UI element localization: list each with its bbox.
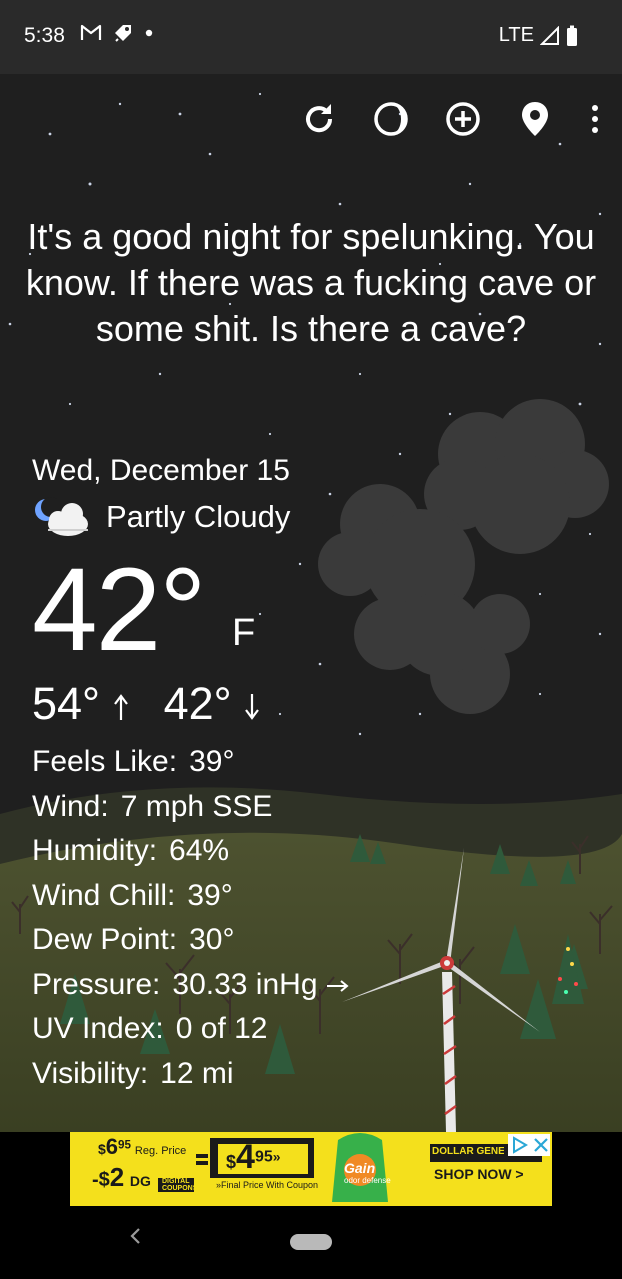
detail-value: 0 of 12 (175, 1012, 268, 1045)
ad-choices-icon[interactable] (510, 1136, 530, 1154)
ad-product-name: Gain (344, 1160, 376, 1176)
temperature-unit: F (232, 612, 256, 654)
high-low-row: 54° 42° (32, 678, 350, 730)
ad-discount: -$2 DG (92, 1162, 151, 1193)
status-bar: 5:38 LTE (0, 0, 622, 74)
phone-screen: 5:38 LTE It's a good night for spelunkin… (0, 0, 622, 1279)
more-notifications-dot-icon (145, 29, 153, 37)
detail-label: Visibility: (32, 1056, 149, 1090)
detail-wind-chill: Wind Chill: 39° (32, 874, 350, 919)
low-temp: 42° (163, 678, 232, 729)
detail-label: Wind: (32, 789, 109, 823)
detail-humidity: Humidity: 64% (32, 829, 350, 874)
arrow-down-icon (245, 694, 260, 720)
nav-back-icon[interactable] (124, 1224, 148, 1248)
ad-digital-line2: COUPONS (162, 1185, 198, 1192)
ad-final-label: »Final Price With Coupon (216, 1180, 319, 1190)
battery-icon (567, 25, 577, 46)
detail-value: 30° (189, 923, 235, 956)
ad-minus-sign: -$ (92, 1169, 110, 1191)
detail-wind: Wind: 7 mph SSE (32, 785, 350, 830)
current-temperature: 42° (32, 544, 206, 676)
ad-final-currency: $ (226, 1152, 237, 1172)
theme-toggle-icon[interactable] (372, 100, 410, 138)
detail-pressure: Pressure: 30.33 inHg (32, 963, 350, 1008)
ad-shop-now-button[interactable]: SHOP NOW > (434, 1166, 524, 1182)
detail-value: 7 mph SSE (120, 789, 273, 823)
bottom-area: $695 Reg. Price -$2 DG DIGITAL COUPONS $… (0, 1132, 622, 1279)
detail-label: Wind Chill: (32, 878, 176, 912)
ad-discount-amount: 2 (109, 1162, 125, 1192)
ad-regular-price: $695 Reg. Price (98, 1134, 186, 1160)
detail-value: 39° (187, 878, 233, 912)
ad-final-cents: 95 (254, 1148, 273, 1166)
ad-price-cents: 95 (118, 1138, 132, 1152)
ad-final-price: $495» (226, 1138, 281, 1177)
high-temp: 54° (32, 678, 101, 729)
ad-price-whole: 6 (105, 1134, 119, 1159)
network-type: LTE (498, 24, 534, 46)
weather-scene: It's a good night for spelunking. You kn… (0, 74, 622, 1132)
ad-currency: $ (98, 1141, 106, 1157)
ad-dg-logo: DG (129, 1173, 151, 1189)
temperature-row: 42° F (32, 550, 350, 670)
weather-quote: It's a good night for spelunking. You kn… (25, 216, 597, 349)
ad-banner[interactable]: $695 Reg. Price -$2 DG DIGITAL COUPONS $… (70, 1132, 552, 1206)
detail-label: Humidity: (32, 834, 158, 867)
top-toolbar (300, 100, 602, 138)
detail-value: 39° (189, 745, 235, 778)
detail-dew-point: Dew Point: 30° (32, 918, 350, 963)
partly-cloudy-night-icon (35, 497, 88, 536)
weather-info: Wed, December 15 Partly Cloudy 42° F 54° (32, 454, 350, 1096)
current-date: Wed, December 15 (32, 454, 290, 487)
detail-uv-index: UV Index: 0 of 12 (32, 1007, 350, 1052)
detail-label: Pressure: (32, 967, 161, 1001)
detail-label: Feels Like: (32, 745, 178, 778)
ad-product-subtitle: odor defense (344, 1176, 391, 1185)
arrow-up-icon (113, 694, 128, 721)
gmail-icon (80, 24, 102, 40)
refresh-icon[interactable] (300, 100, 338, 138)
condition-row: Partly Cloudy (32, 496, 350, 538)
signal-icon (540, 25, 559, 45)
detail-label: UV Index: (32, 1012, 164, 1045)
detail-value: 30.33 inHg (172, 967, 318, 1001)
ad-digital-coupons: DIGITAL COUPONS (162, 1178, 197, 1192)
location-pin-icon[interactable] (516, 100, 554, 138)
more-vert-icon[interactable] (588, 100, 602, 138)
weather-details: Feels Like: 39° Wind: 7 mph SSE Humidity: 6… (32, 740, 350, 1096)
pressure-steady-arrow-icon (326, 979, 349, 992)
status-right: LTE (499, 24, 578, 47)
ad-close-icon[interactable] (533, 1137, 549, 1153)
condition-text: Partly Cloudy (106, 499, 291, 534)
status-time: 5:38 (24, 24, 65, 47)
nav-home-pill[interactable] (290, 1234, 332, 1250)
detail-label: Dew Point: (32, 923, 178, 956)
ad-final-whole: 4 (236, 1138, 255, 1176)
detail-feels-like: Feels Like: 39° (32, 740, 350, 785)
ad-digital-line1: DIGITAL (162, 1178, 190, 1185)
ad-reg-price-label: Reg. Price (134, 1145, 187, 1157)
detail-value: 12 mi (160, 1056, 234, 1090)
ad-brand: DOLLAR GENERAL (432, 1146, 504, 1157)
notification-icons (80, 22, 154, 44)
ad-final-quote: » (272, 1148, 281, 1165)
detail-value: 64% (169, 834, 230, 867)
add-location-icon[interactable] (444, 100, 482, 138)
tag-notification-icon (115, 25, 131, 42)
detail-visibility: Visibility: 12 mi (32, 1052, 350, 1097)
